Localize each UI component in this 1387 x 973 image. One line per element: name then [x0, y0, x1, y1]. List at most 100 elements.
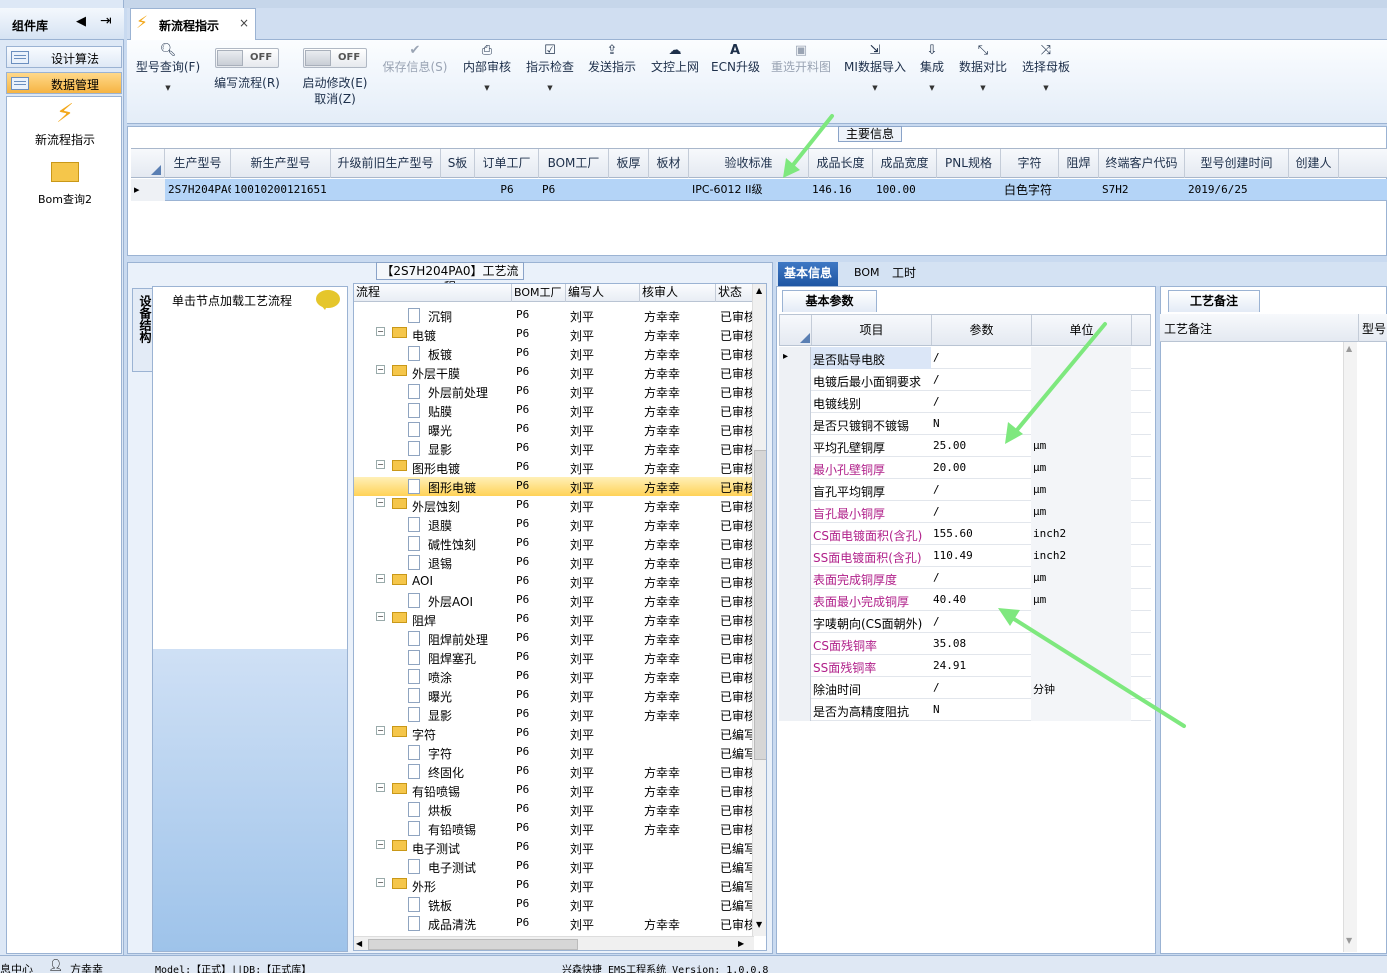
- dropdown-arrow-icon[interactable]: ▼: [957, 84, 1009, 92]
- dropdown-arrow-icon[interactable]: ▼: [461, 84, 513, 92]
- scroll-left-icon[interactable]: ◀: [356, 939, 362, 948]
- param-value[interactable]: N: [933, 417, 940, 430]
- column-header[interactable]: 生产型号: [165, 149, 231, 178]
- tree-group-row[interactable]: − 字符 P6 刘平 已编写: [354, 724, 754, 743]
- table-cell[interactable]: [1059, 179, 1099, 201]
- start-modify-toggle[interactable]: OFF: [303, 48, 367, 68]
- param-value[interactable]: /: [933, 571, 940, 584]
- param-row[interactable]: 盲孔平均铜厚 / μm: [779, 479, 1151, 501]
- column-header[interactable]: PNL规格: [937, 149, 1001, 178]
- dropdown-arrow-icon[interactable]: ▼: [524, 84, 576, 92]
- table-cell[interactable]: [609, 179, 649, 201]
- param-row[interactable]: CS面电镀面积(含孔) 155.60 inch2: [779, 523, 1151, 545]
- save-info-button[interactable]: ✔ 保存信息(S): [379, 40, 451, 74]
- doc-upload-button[interactable]: ☁ 文控上网: [649, 40, 701, 74]
- tree-node-row[interactable]: 贴膜 P6 刘平 方幸幸 已审核: [354, 401, 754, 420]
- column-header[interactable]: BOM工厂: [539, 149, 609, 178]
- param-value[interactable]: /: [933, 615, 940, 628]
- tree-node-row[interactable]: 外层AOI P6 刘平 方幸幸 已审核: [354, 591, 754, 610]
- reselect-image-button[interactable]: ▣ 重选开料图: [769, 40, 833, 74]
- mi-import-button[interactable]: ⇲ MI数据导入 ▼: [843, 40, 907, 92]
- collapse-toggle-icon[interactable]: −: [376, 365, 385, 374]
- tree-node-row[interactable]: 字符 P6 刘平 已编写: [354, 743, 754, 762]
- ecn-upgrade-button[interactable]: A ECN升级: [711, 40, 760, 74]
- scroll-up-icon[interactable]: ▲: [756, 286, 762, 295]
- param-value[interactable]: /: [933, 373, 940, 386]
- close-icon[interactable]: ×: [239, 16, 249, 30]
- dropdown-arrow-icon[interactable]: ▼: [133, 84, 203, 92]
- tab-work-hours[interactable]: 工时: [886, 262, 922, 286]
- tree-node-row[interactable]: 退膜 P6 刘平 方幸幸 已审核: [354, 515, 754, 534]
- table-cell[interactable]: 146.16: [809, 179, 873, 201]
- param-value[interactable]: N: [933, 703, 940, 716]
- param-value[interactable]: 25.00: [933, 439, 966, 452]
- sidebar-item-data-management[interactable]: 数据管理: [6, 72, 122, 94]
- select-master-button[interactable]: ⤨ 选择母板 ▼: [1020, 40, 1072, 92]
- tree-group-row[interactable]: − 阻焊 P6 刘平 方幸幸 已审核: [354, 610, 754, 629]
- dropdown-arrow-icon[interactable]: ▼: [917, 84, 947, 92]
- scroll-down-icon[interactable]: ▼: [1346, 936, 1352, 945]
- table-cell[interactable]: 10010200121651: [231, 179, 331, 201]
- tab-equipment-structure[interactable]: 设备结构: [132, 288, 154, 372]
- tree-node-row[interactable]: 曝光 P6 刘平 方幸幸 已审核: [354, 420, 754, 439]
- param-value[interactable]: 20.00: [933, 461, 966, 474]
- dropdown-arrow-icon[interactable]: ▼: [1020, 84, 1072, 92]
- column-header[interactable]: 板厚: [609, 149, 649, 178]
- tree-node-row[interactable]: 显影 P6 刘平 方幸幸 已审核: [354, 705, 754, 724]
- message-center-label[interactable]: 息中心: [0, 961, 33, 973]
- tab-new-flow-instruction[interactable]: ⚡ 新流程指示 ×: [130, 8, 256, 40]
- table-row[interactable]: ▸ 2S7H204PA0 10010200121651 P6 P6 IPC-60…: [131, 179, 1387, 201]
- tree-node-row[interactable]: 板镀 P6 刘平 方幸幸 已审核: [354, 344, 754, 363]
- scroll-right-icon[interactable]: ▶: [738, 939, 744, 948]
- param-value[interactable]: /: [933, 483, 940, 496]
- scroll-thumb[interactable]: [754, 450, 766, 760]
- collapse-toggle-icon[interactable]: −: [376, 783, 385, 792]
- table-cell[interactable]: S7H2: [1099, 179, 1185, 201]
- collapse-toggle-icon[interactable]: −: [376, 460, 385, 469]
- param-row[interactable]: SS面电镀面积(含孔) 110.49 inch2: [779, 545, 1151, 567]
- collapse-toggle-icon[interactable]: −: [376, 878, 385, 887]
- param-row[interactable]: 盲孔最小铜厚 / μm: [779, 501, 1151, 523]
- tree-node-row[interactable]: 成品清洗 P6 刘平 方幸幸 已审核: [354, 914, 754, 933]
- collapse-left-icon[interactable]: ◀: [76, 14, 86, 29]
- new-flow-instruction-item[interactable]: ⚡ 新流程指示: [7, 99, 123, 148]
- data-compare-button[interactable]: ⤡ 数据对比 ▼: [957, 40, 1009, 92]
- tree-node-row[interactable]: 阻焊塞孔 P6 刘平 方幸幸 已审核: [354, 648, 754, 667]
- tree-group-row[interactable]: − 电镀 P6 刘平 方幸幸 已审核: [354, 325, 754, 344]
- collapse-toggle-icon[interactable]: −: [376, 498, 385, 507]
- column-header[interactable]: S板: [441, 149, 475, 178]
- column-header[interactable]: 验收标准: [689, 149, 809, 178]
- tree-node-row[interactable]: 显影 P6 刘平 方幸幸 已审核: [354, 439, 754, 458]
- send-instruction-button[interactable]: ⇪ 发送指示: [586, 40, 638, 74]
- table-cell[interactable]: 白色字符: [1001, 179, 1059, 201]
- param-row[interactable]: 是否只镀铜不镀锡 N: [779, 413, 1151, 435]
- tree-group-row[interactable]: − 有铅喷锡 P6 刘平 方幸幸 已审核: [354, 781, 754, 800]
- tree-node-row[interactable]: 阻焊前处理 P6 刘平 方幸幸 已审核: [354, 629, 754, 648]
- tree-node-row[interactable]: 沉铜 P6 刘平 方幸幸 已审核: [354, 306, 754, 325]
- tree-node-row[interactable]: 烘板 P6 刘平 方幸幸 已审核: [354, 800, 754, 819]
- param-value[interactable]: /: [933, 505, 940, 518]
- param-row[interactable]: 除油时间 / 分钟: [779, 677, 1151, 699]
- tree-node-row[interactable]: 有铅喷锡 P6 刘平 方幸幸 已审核: [354, 819, 754, 838]
- column-header[interactable]: 成品长度: [809, 149, 873, 178]
- column-header[interactable]: 终端客户代码: [1099, 149, 1185, 178]
- column-header[interactable]: 板材: [649, 149, 689, 178]
- param-row[interactable]: 电镀后最小面铜要求 /: [779, 369, 1151, 391]
- column-header[interactable]: 状态: [716, 284, 754, 302]
- scroll-thumb[interactable]: [368, 939, 578, 950]
- instruction-check-button[interactable]: ☑ 指示检查 ▼: [524, 40, 576, 92]
- table-cell[interactable]: P6: [539, 179, 609, 201]
- tree-node-row[interactable]: 碱性蚀刻 P6 刘平 方幸幸 已审核: [354, 534, 754, 553]
- param-row[interactable]: 平均孔壁铜厚 25.00 μm: [779, 435, 1151, 457]
- tree-group-row[interactable]: − 外形 P6 刘平 已编写: [354, 876, 754, 895]
- collapse-toggle-icon[interactable]: −: [376, 840, 385, 849]
- type-query-button[interactable]: 🔍︎ 型号查询(F) ▼: [133, 40, 203, 92]
- param-row[interactable]: 表面最小完成铜厚 40.40 μm: [779, 589, 1151, 611]
- dropdown-arrow-icon[interactable]: ▼: [843, 84, 907, 92]
- table-cell[interactable]: 2S7H204PA0: [165, 179, 231, 201]
- param-row[interactable]: 电镀线别 /: [779, 391, 1151, 413]
- param-row[interactable]: CS面残铜率 35.08: [779, 633, 1151, 655]
- edit-flow-toggle[interactable]: OFF: [215, 48, 279, 68]
- param-value[interactable]: 40.40: [933, 593, 966, 606]
- tree-node-row[interactable]: 曝光 P6 刘平 方幸幸 已审核: [354, 686, 754, 705]
